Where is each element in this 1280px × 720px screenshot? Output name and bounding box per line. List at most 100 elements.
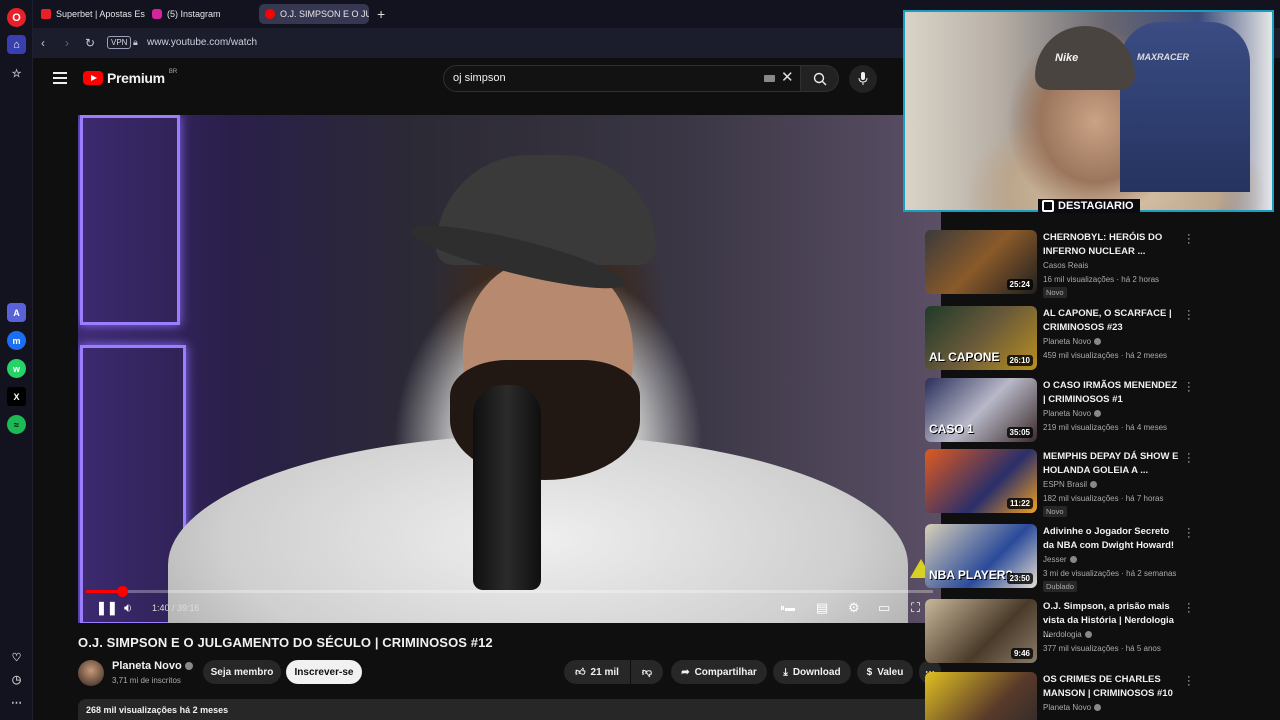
channel-name[interactable]: Planeta Novo xyxy=(112,660,182,672)
recommendation-channel-row[interactable]: ESPN Brasil xyxy=(1043,480,1098,489)
cap-logo: Nike xyxy=(1055,52,1079,64)
description-box[interactable]: 268 mil visualizações há 2 meses xyxy=(78,699,941,720)
recommendation-thumbnail[interactable] xyxy=(925,672,1037,720)
subtitles-icon[interactable]: ▤ xyxy=(816,600,828,616)
super-thanks-icon: $ xyxy=(866,666,873,678)
heart-icon[interactable]: ♡ xyxy=(7,648,26,667)
verified-icon xyxy=(1094,410,1102,418)
autoplay-toggle-icon[interactable]: ⏸︎▬ xyxy=(780,603,795,614)
spotify-icon[interactable]: ≈ xyxy=(7,415,26,434)
recommendation-channel[interactable]: ESPN Brasil xyxy=(1043,480,1087,489)
recommendation-channel-row[interactable]: Planeta Novo xyxy=(1043,703,1102,712)
opera-logo-icon[interactable]: O xyxy=(7,8,26,27)
recommendation-item[interactable]: 25:24 CHERNOBYL: HERÓIS DO INFERNO NUCLEA… xyxy=(925,230,1195,298)
search-box[interactable]: oj simpson ✕ xyxy=(443,65,801,92)
recommendation-item[interactable]: OS CRIMES DE CHARLES MANSON | CRIMINOSOS… xyxy=(925,672,1195,720)
channel-avatar[interactable] xyxy=(78,660,104,686)
forward-icon[interactable]: › xyxy=(65,36,69,50)
recommendation-item[interactable]: NBA PLAYER? 23:50 Adivinhe o Jogador Secre… xyxy=(925,524,1195,592)
recommendation-title[interactable]: Adivinhe o Jogador Secreto da NBA com Dw… xyxy=(1043,525,1181,553)
x-icon[interactable]: X xyxy=(7,387,26,406)
recommendation-channel[interactable]: Nerdologia xyxy=(1043,630,1082,639)
recommendation-channel[interactable]: Planeta Novo xyxy=(1043,337,1091,346)
recommendation-thumbnail[interactable]: 25:24 xyxy=(925,230,1037,294)
video-duration: 23:50 xyxy=(1006,573,1033,584)
tab-instagram[interactable]: (5) Instagram xyxy=(146,4,256,24)
thumbnail-text: CASO 1 xyxy=(929,422,974,436)
thanks-button[interactable]: $ Valeu xyxy=(857,660,913,684)
recommendation-thumbnail[interactable]: CASO 1 35:05 xyxy=(925,378,1037,442)
recommendation-channel-row[interactable]: Casos Reais xyxy=(1043,261,1088,270)
history-icon[interactable]: ◷ xyxy=(7,670,26,689)
like-button[interactable]: 👍︎ 21 mil xyxy=(564,660,630,684)
recommendation-channel-row[interactable]: Jesser xyxy=(1043,555,1077,564)
url-field[interactable]: www.youtube.com/watch xyxy=(147,37,257,48)
recommendation-channel-row[interactable]: Planeta Novo xyxy=(1043,337,1102,346)
messenger-icon[interactable]: m xyxy=(7,331,26,350)
recommendation-channel[interactable]: Planeta Novo xyxy=(1043,409,1091,418)
home-icon[interactable]: ⌂ xyxy=(7,35,26,54)
vpn-badge[interactable]: VPN xyxy=(107,36,132,49)
star-icon[interactable]: ☆ xyxy=(7,64,26,83)
dislike-button[interactable]: 👎︎ xyxy=(631,660,663,684)
recommendation-title[interactable]: O CASO IRMÃOS MENENDEZ | CRIMINOSOS #1 xyxy=(1043,379,1181,407)
recommendation-channel-row[interactable]: Nerdologia xyxy=(1043,630,1092,639)
recommendation-item[interactable]: CASO 1 35:05 O CASO IRMÃOS MENENDEZ | CRIM… xyxy=(925,378,1195,444)
recommendation-item[interactable]: AL CAPONE 26:10 AL CAPONE, O SCARFACE | CR… xyxy=(925,306,1195,372)
recommendation-stats: 3 mi de visualizações · há 2 semanas xyxy=(1043,569,1177,578)
lock-icon[interactable]: 🔒︎ xyxy=(133,37,138,48)
youtube-logo[interactable]: Premium BR xyxy=(83,69,177,86)
recommendation-title[interactable]: MEMPHIS DEPAY DÁ SHOW E HOLANDA GOLEIA A… xyxy=(1043,450,1181,478)
whatsapp-icon[interactable]: w xyxy=(7,359,26,378)
theater-mode-icon[interactable]: ▭ xyxy=(878,600,890,616)
kebab-menu-icon[interactable]: · · · xyxy=(1187,599,1191,618)
search-input[interactable]: oj simpson xyxy=(453,72,506,84)
recommendation-channel[interactable]: Casos Reais xyxy=(1043,261,1088,270)
kebab-menu-icon[interactable]: · · · xyxy=(1187,230,1191,249)
recommendation-title[interactable]: CHERNOBYL: HERÓIS DO INFERNO NUCLEAR ... xyxy=(1043,231,1181,259)
clear-search-icon[interactable]: ✕ xyxy=(781,68,794,86)
aria-icon[interactable]: A xyxy=(7,303,26,322)
video-duration: 11:22 xyxy=(1006,498,1033,509)
voice-search-button[interactable] xyxy=(849,65,877,93)
search-button[interactable] xyxy=(801,65,839,92)
tab-superbet[interactable]: Superbet | Apostas Esport xyxy=(35,4,145,24)
settings-icon[interactable]: ⚙ xyxy=(848,600,860,616)
more-icon[interactable]: ⋯ xyxy=(7,693,26,712)
kebab-menu-icon[interactable]: · · · xyxy=(1187,524,1191,543)
volume-icon[interactable]: 🔉︎ xyxy=(124,600,132,616)
recommendation-stats: 16 mil visualizações · há 2 horas xyxy=(1043,275,1160,284)
recommendation-thumbnail[interactable]: 9:46 xyxy=(925,599,1037,663)
menu-icon[interactable] xyxy=(53,72,67,87)
recommendation-thumbnail[interactable]: 11:22 xyxy=(925,449,1037,513)
subscriber-count: 3,71 mi de inscritos xyxy=(112,676,181,685)
kebab-menu-icon[interactable]: · · · xyxy=(1187,672,1191,691)
share-button[interactable]: ➦ Compartilhar xyxy=(671,660,767,684)
recommendation-title[interactable]: AL CAPONE, O SCARFACE | CRIMINOSOS #23 xyxy=(1043,307,1181,335)
back-icon[interactable]: ‹ xyxy=(41,36,45,50)
subscribe-button[interactable]: Inscrever-se xyxy=(286,660,362,684)
keyboard-icon[interactable] xyxy=(764,75,775,82)
reload-icon[interactable]: ↻ xyxy=(85,36,95,50)
recommendation-channel-row[interactable]: Planeta Novo xyxy=(1043,409,1102,418)
kebab-menu-icon[interactable]: · · · xyxy=(1187,449,1191,468)
recommendation-title[interactable]: OS CRIMES DE CHARLES MANSON | CRIMINOSOS… xyxy=(1043,673,1181,701)
kebab-menu-icon[interactable]: · · · xyxy=(1187,378,1191,397)
new-tab-button[interactable]: + xyxy=(371,4,391,24)
progress-scrubber[interactable] xyxy=(116,586,128,597)
download-button[interactable]: ⤓ Download xyxy=(773,660,851,684)
kebab-menu-icon[interactable]: · · · xyxy=(1187,306,1191,325)
recommendation-channel[interactable]: Planeta Novo xyxy=(1043,703,1091,712)
recommendation-channel[interactable]: Jesser xyxy=(1043,555,1067,564)
recommendation-item[interactable]: 9:46 O.J. Simpson, a prisão mais vista da… xyxy=(925,599,1195,665)
video-player[interactable]: ❚❚ 🔉︎ 1:40 / 39:16 ⏸︎▬ ▤ ⚙ ▭ ⛶ xyxy=(78,115,941,623)
channel-name-row[interactable]: Planeta Novo xyxy=(112,660,193,672)
recommendation-item[interactable]: 11:22 MEMPHIS DEPAY DÁ SHOW E HOLANDA GOL… xyxy=(925,449,1195,517)
recommendation-thumbnail[interactable]: NBA PLAYER? 23:50 xyxy=(925,524,1037,588)
fullscreen-icon[interactable]: ⛶ xyxy=(911,600,920,616)
pause-icon[interactable]: ❚❚ xyxy=(96,600,118,616)
progress-bar[interactable] xyxy=(86,586,933,597)
recommendation-thumbnail[interactable]: AL CAPONE 26:10 xyxy=(925,306,1037,370)
tab-youtube[interactable]: O.J. SIMPSON E O JU... xyxy=(259,4,369,24)
join-button[interactable]: Seja membro xyxy=(203,660,281,684)
